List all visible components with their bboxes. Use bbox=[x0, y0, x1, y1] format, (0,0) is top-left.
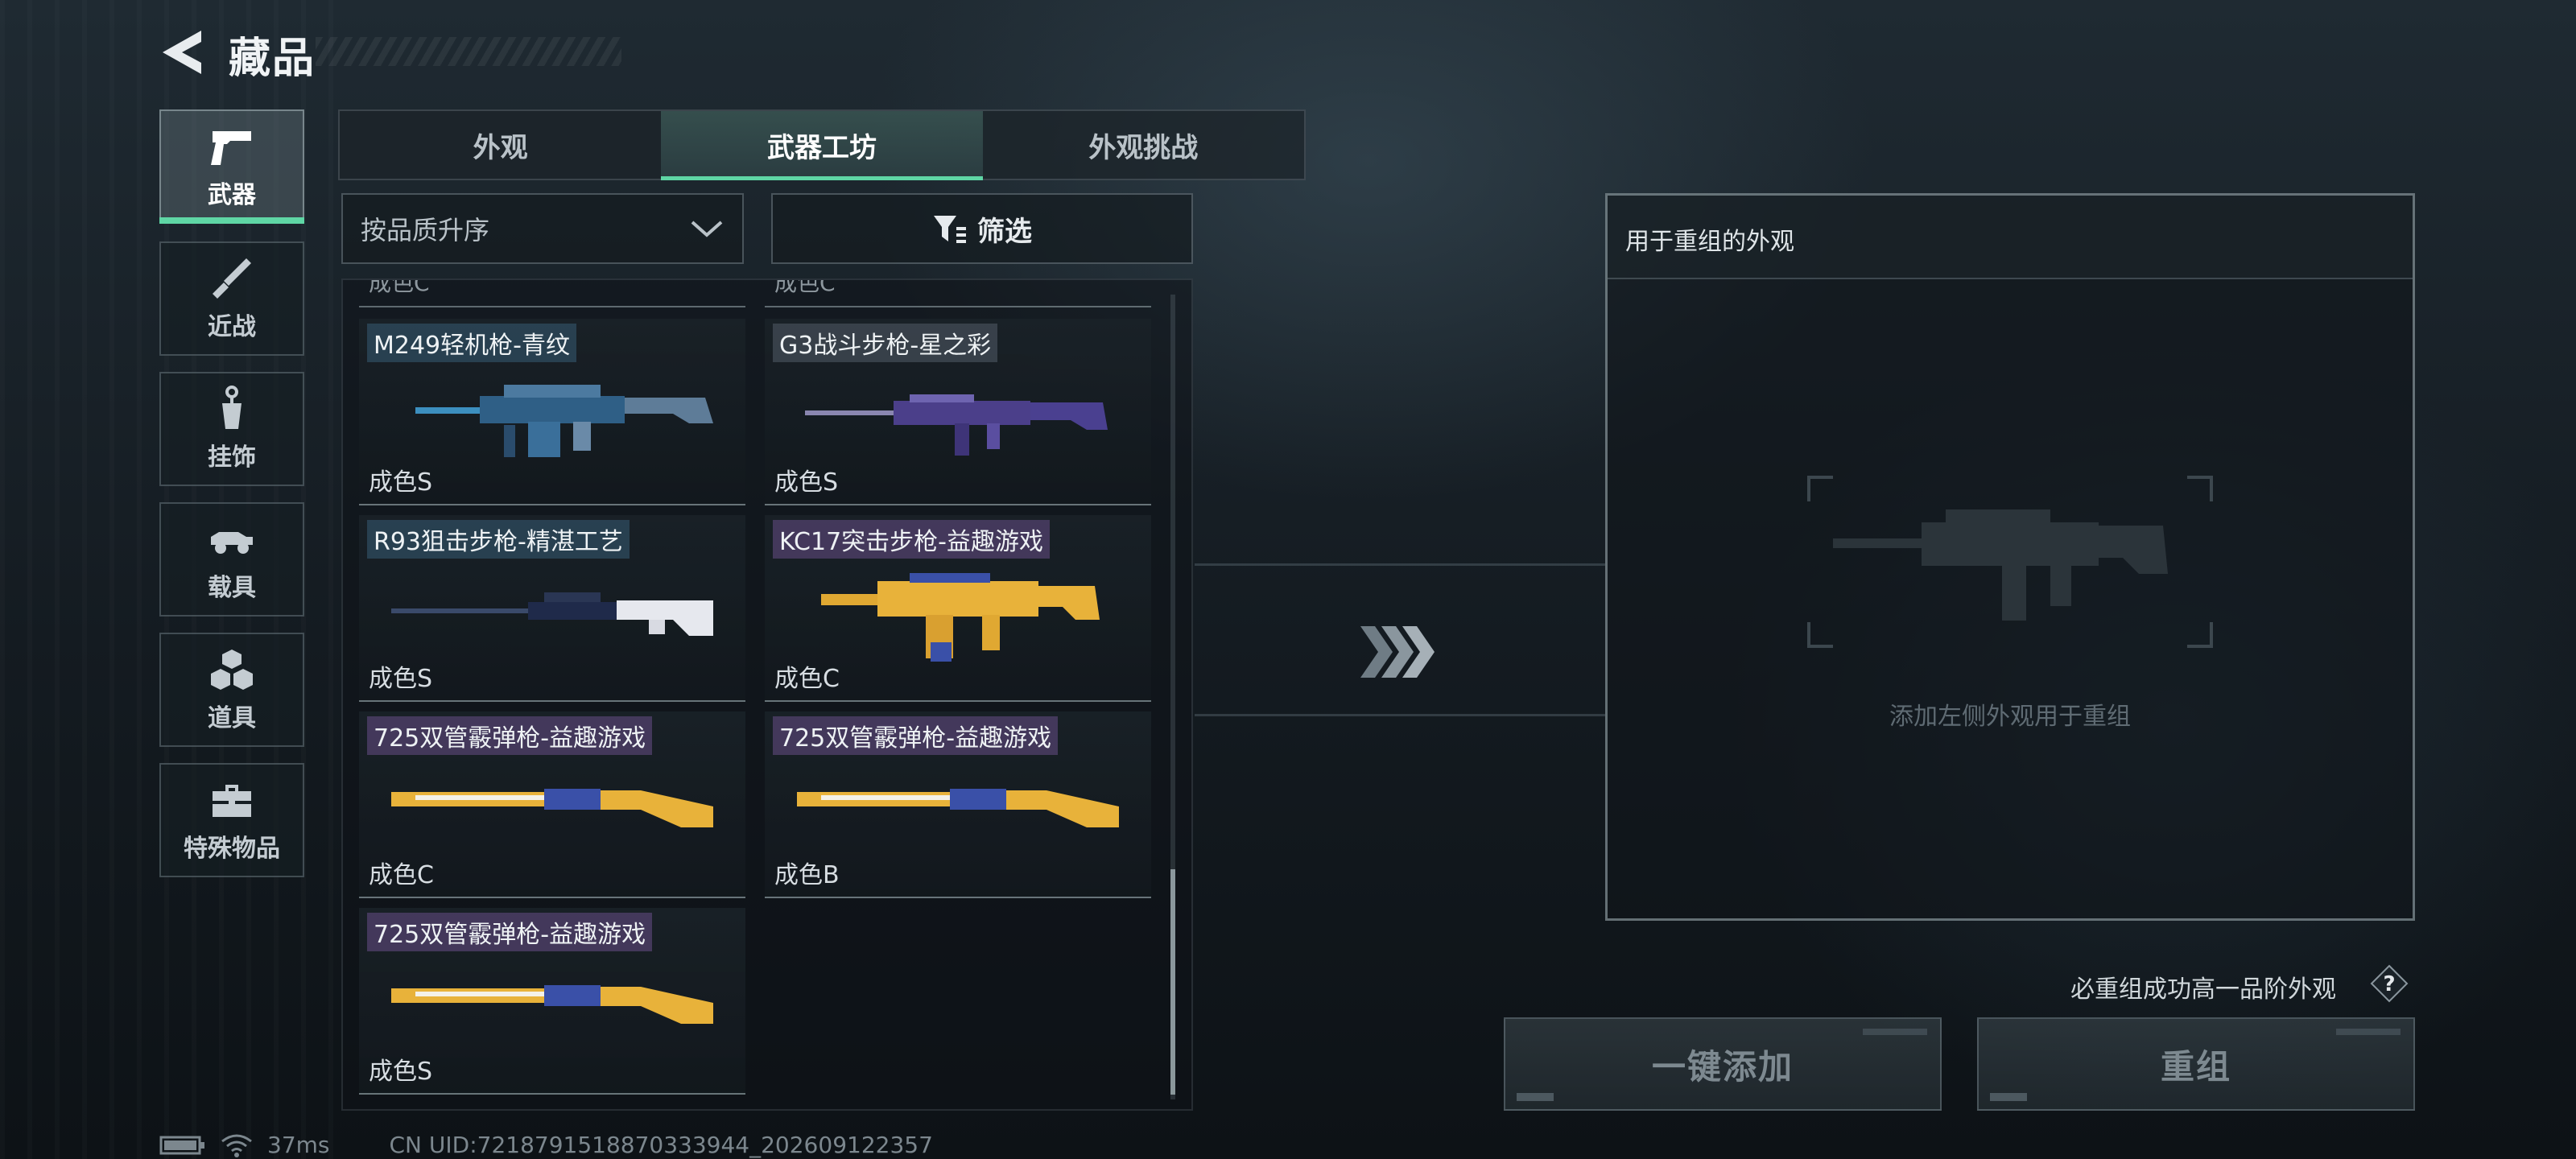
item-grade: 成色C bbox=[369, 278, 430, 296]
recombine-button[interactable]: 重组 bbox=[1977, 1017, 2415, 1111]
vehicle-icon bbox=[211, 532, 253, 554]
recombine-label: 重组 bbox=[2160, 1046, 2231, 1087]
button-decoration bbox=[1990, 1093, 2027, 1101]
category-label: 道具 bbox=[208, 704, 256, 732]
toolbox-icon bbox=[213, 785, 251, 817]
panel-title: 用于重组的外观 bbox=[1625, 228, 1794, 256]
category-label: 挂饰 bbox=[208, 443, 256, 472]
list-item[interactable]: R93狙击步枪-精湛工艺 成色S bbox=[359, 515, 745, 702]
item-name: KC17突击步枪-益趣游戏 bbox=[773, 520, 1050, 559]
item-name: R93狙击步枪-精湛工艺 bbox=[367, 520, 630, 559]
item-name: 725双管霰弹枪-益趣游戏 bbox=[367, 913, 653, 951]
tab-appearance[interactable]: 外观 bbox=[340, 111, 661, 179]
list-item[interactable]: 725双管霰弹枪-益趣游戏 成色S bbox=[359, 908, 745, 1095]
item-grade: 成色S bbox=[369, 1058, 433, 1086]
item-grade: 成色C bbox=[369, 861, 434, 889]
tab-bar: 外观 武器工坊 外观挑战 bbox=[338, 109, 1306, 180]
sort-dropdown[interactable]: 按品质升序 bbox=[341, 193, 744, 264]
help-glyph: ? bbox=[2383, 972, 2395, 996]
category-label: 载具 bbox=[208, 574, 256, 602]
list-item[interactable]: 725双管霰弹枪-益趣游戏 成色C bbox=[359, 711, 745, 898]
category-items[interactable]: 道具 bbox=[159, 633, 304, 747]
ping-value: 37ms bbox=[267, 1132, 330, 1158]
button-decoration bbox=[2336, 1029, 2401, 1035]
shotgun-image bbox=[391, 789, 713, 827]
sort-selected-value: 按品质升序 bbox=[361, 215, 490, 245]
item-grade: 成色C bbox=[774, 278, 836, 296]
list-item[interactable]: M249轻机枪-青纹 成色S bbox=[359, 319, 745, 505]
scrollbar-thumb[interactable] bbox=[1170, 869, 1175, 1095]
recombine-hint: 必重组成功高一品阶外观 bbox=[2070, 975, 2336, 1004]
item-name: G3战斗步枪-星之彩 bbox=[773, 324, 998, 362]
item-name: M249轻机枪-青纹 bbox=[367, 324, 576, 362]
category-weapons[interactable]: 武器 bbox=[159, 109, 304, 224]
tab-appearance-challenge[interactable]: 外观挑战 bbox=[983, 111, 1304, 179]
knife-icon bbox=[213, 258, 251, 299]
back-arrow-icon bbox=[163, 31, 201, 74]
add-all-button[interactable]: 一键添加 bbox=[1504, 1017, 1942, 1111]
empty-slot-hint: 添加左侧外观用于重组 bbox=[1889, 703, 2131, 731]
status-bar: 37ms CN UID:7218791518870333944_20260912… bbox=[159, 1132, 933, 1158]
category-label: 武器 bbox=[208, 181, 256, 209]
empty-slot-rifle-icon bbox=[1807, 476, 2213, 648]
item-grade: 成色B bbox=[774, 861, 840, 889]
category-charms[interactable]: 挂饰 bbox=[159, 372, 304, 486]
assault-rifle-image bbox=[821, 573, 1100, 662]
cubes-icon bbox=[211, 650, 253, 690]
sniper-rifle-image bbox=[391, 592, 713, 636]
charm-icon bbox=[222, 386, 242, 429]
shotgun-image bbox=[797, 789, 1119, 827]
list-item[interactable]: G3战斗步枪-星之彩 成色S bbox=[765, 319, 1151, 505]
tab-weapon-workshop[interactable]: 武器工坊 bbox=[661, 111, 983, 180]
item-grade: 成色S bbox=[369, 468, 433, 497]
category-special-items[interactable]: 特殊物品 bbox=[159, 763, 304, 877]
category-label: 近战 bbox=[208, 313, 256, 341]
partial-row: 成色C 成色C bbox=[359, 280, 1164, 309]
filter-icon bbox=[934, 216, 966, 243]
title-decoration bbox=[316, 37, 621, 66]
help-icon[interactable]: ? bbox=[2370, 964, 2409, 1003]
pistol-icon bbox=[211, 131, 251, 165]
item-grade: 成色S bbox=[774, 468, 839, 497]
category-vehicles[interactable]: 载具 bbox=[159, 502, 304, 617]
lmg-image bbox=[415, 385, 713, 457]
page-title: 藏品 bbox=[229, 35, 316, 83]
battery-icon bbox=[159, 1136, 204, 1154]
item-name: 725双管霰弹枪-益趣游戏 bbox=[773, 716, 1059, 755]
recombine-panel[interactable]: 用于重组的外观 添加左侧外观用于重组 bbox=[1605, 193, 2415, 921]
button-decoration bbox=[1517, 1093, 1554, 1101]
item-name: 725双管霰弹枪-益趣游戏 bbox=[367, 716, 653, 755]
item-grade: 成色C bbox=[774, 665, 840, 693]
filter-button[interactable]: 筛选 bbox=[771, 193, 1193, 264]
filter-label: 筛选 bbox=[977, 215, 1032, 248]
battle-rifle-image bbox=[805, 394, 1108, 456]
list-item[interactable]: 725双管霰弹枪-益趣游戏 成色B bbox=[765, 711, 1151, 898]
list-item[interactable]: KC17突击步枪-益趣游戏 成色C bbox=[765, 515, 1151, 702]
add-all-label: 一键添加 bbox=[1651, 1046, 1794, 1087]
button-decoration bbox=[1863, 1029, 1927, 1035]
back-button[interactable] bbox=[158, 27, 209, 77]
user-uid: CN UID:7218791518870333944_202609122357 bbox=[389, 1132, 933, 1158]
panel-header: 用于重组的外观 bbox=[1608, 196, 2413, 279]
shotgun-image bbox=[391, 985, 713, 1024]
category-label: 特殊物品 bbox=[184, 835, 280, 863]
category-melee[interactable]: 近战 bbox=[159, 241, 304, 356]
wifi-icon bbox=[221, 1134, 252, 1157]
triple-chevron-icon bbox=[1360, 626, 1435, 678]
item-grade: 成色S bbox=[369, 665, 433, 693]
skin-list[interactable]: 成色C 成色C M249轻机枪-青纹 成色S G3战斗步枪-星之彩 成色S R9… bbox=[341, 278, 1193, 1111]
chevron-down-icon bbox=[691, 221, 723, 237]
